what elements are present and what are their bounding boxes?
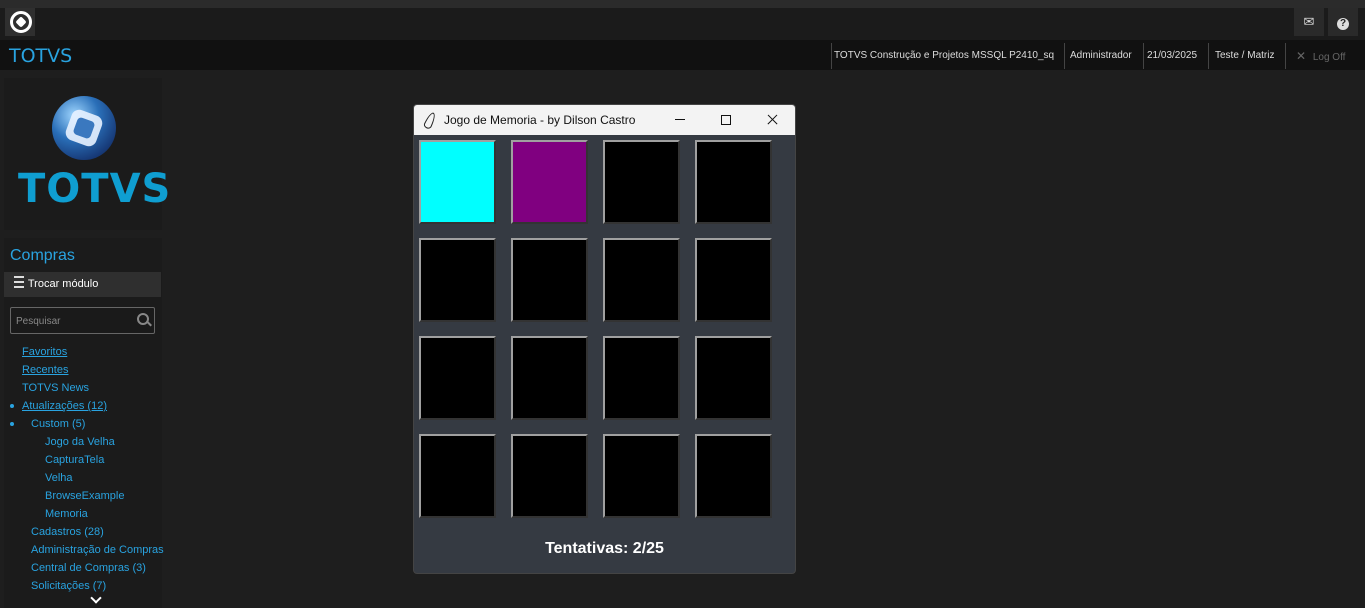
minimize-button[interactable] xyxy=(657,105,703,135)
sidebar-item-administracao-de-compras[interactable]: Administração de Compras xyxy=(31,541,189,559)
company-label: Teste / Matriz xyxy=(1208,43,1287,69)
bullet-icon xyxy=(10,404,14,408)
memory-card[interactable] xyxy=(511,434,588,518)
bullet-icon xyxy=(10,422,14,426)
memory-card[interactable] xyxy=(695,140,772,224)
top-strip xyxy=(0,0,1365,8)
memory-card[interactable] xyxy=(695,434,772,518)
sidebar-item-recentes[interactable]: Recentes xyxy=(22,361,180,379)
search-icon[interactable] xyxy=(137,313,149,325)
maximize-icon xyxy=(721,115,731,125)
top-bar: ✉ ? xyxy=(0,0,1365,40)
sidebar-item-solicitacoes[interactable]: Solicitações (7) xyxy=(31,577,189,595)
sidebar-item-central-de-compras[interactable]: Central de Compras (3) xyxy=(31,559,189,577)
memory-game-window: Jogo de Memoria - by Dilson Castro Tenta… xyxy=(413,104,796,574)
memory-card[interactable] xyxy=(603,238,680,322)
memory-card[interactable] xyxy=(603,434,680,518)
memory-card[interactable] xyxy=(695,238,772,322)
brand-title: TOTVS xyxy=(9,45,73,67)
sidebar-item-favoritos[interactable]: Favoritos xyxy=(22,343,180,361)
window-titlebar[interactable]: Jogo de Memoria - by Dilson Castro xyxy=(414,105,795,135)
user-label: Administrador xyxy=(1064,43,1146,69)
memory-card[interactable] xyxy=(603,140,680,224)
search-box xyxy=(10,307,155,334)
memory-card[interactable] xyxy=(419,336,496,420)
totvs-logo-icon xyxy=(10,11,32,33)
help-icon[interactable]: ? xyxy=(1328,8,1358,36)
logoff-label: Log Off xyxy=(1312,52,1346,63)
switch-module-label: Trocar módulo xyxy=(27,278,99,290)
totvs-logo: TOTVS xyxy=(4,78,170,230)
menu-icon xyxy=(14,276,24,288)
totvs-sphere-icon xyxy=(52,96,116,160)
minimize-icon xyxy=(675,119,685,120)
memory-card[interactable] xyxy=(603,336,680,420)
memory-card[interactable] xyxy=(511,238,588,322)
maximize-button[interactable] xyxy=(703,105,749,135)
logoff-button[interactable]: ✕ Log Off xyxy=(1285,43,1364,69)
memory-card[interactable] xyxy=(419,140,496,224)
sidebar-item-atualizacoes[interactable]: Atualizações (12) xyxy=(22,397,180,415)
close-button[interactable] xyxy=(749,105,795,135)
sidebar-item-cadastros[interactable]: Cadastros (28) xyxy=(31,523,189,541)
switch-module-button[interactable]: Trocar módulo xyxy=(4,272,161,297)
search-input[interactable] xyxy=(14,312,136,330)
feather-icon xyxy=(422,111,438,130)
memory-card[interactable] xyxy=(695,336,772,420)
close-icon: ✕ xyxy=(1296,49,1307,63)
logo-text: TOTVS xyxy=(18,166,172,212)
environment-label: TOTVS Construção e Projetos MSSQL P2410_… xyxy=(831,43,1064,69)
memory-card[interactable] xyxy=(511,140,588,224)
attempts-status: Tentativas: 2/25 xyxy=(545,540,664,557)
sidebar: Compras Trocar módulo Favoritos Recentes… xyxy=(4,238,164,608)
mail-icon[interactable]: ✉ xyxy=(1294,8,1324,36)
module-title: Compras xyxy=(10,247,75,264)
memory-card[interactable] xyxy=(419,434,496,518)
sidebar-item-custom[interactable]: Custom (5) xyxy=(31,415,189,433)
sidebar-item-totvs-news[interactable]: TOTVS News xyxy=(22,379,180,397)
memory-card[interactable] xyxy=(419,238,496,322)
date-label: 21/03/2025 xyxy=(1143,43,1207,69)
header: TOTVS TOTVS Construção e Projetos MSSQL … xyxy=(0,40,1365,70)
memory-card[interactable] xyxy=(511,336,588,420)
window-title: Jogo de Memoria - by Dilson Castro xyxy=(444,113,636,127)
totvs-menu-button[interactable] xyxy=(5,8,35,36)
